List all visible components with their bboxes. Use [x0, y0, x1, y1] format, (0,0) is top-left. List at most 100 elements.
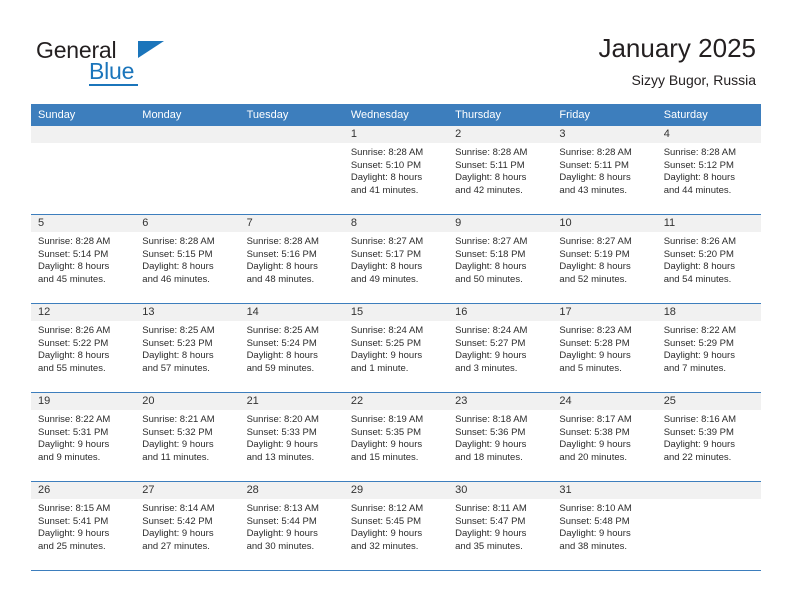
day-details: Sunrise: 8:12 AM Sunset: 5:45 PM Daylight:…: [344, 499, 448, 553]
day-number: 19: [31, 393, 136, 410]
sunset-text: Sunset: 5:38 PM: [559, 426, 630, 438]
daylight-text-line2: and 15 minutes.: [350, 451, 419, 463]
day-number: 9: [448, 215, 553, 232]
daylight-text-line1: Daylight: 9 hours: [246, 439, 318, 451]
day-number: 5: [31, 215, 136, 232]
calendar-day-cell[interactable]: 23 Sunrise: 8:18 AM Sunset: 5:36 PM Dayligh…: [448, 393, 553, 481]
sunrise-text: Sunrise: 8:28 AM: [38, 236, 111, 247]
daylight-text-line2: and 9 minutes.: [38, 451, 101, 463]
calendar-day-cell[interactable]: 10 Sunrise: 8:27 AM Sunset: 5:19 PM Dayligh…: [552, 215, 657, 303]
sunset-text: Sunset: 5:41 PM: [38, 515, 109, 527]
sunset-text: Sunset: 5:23 PM: [142, 337, 213, 349]
sunset-text: Sunset: 5:48 PM: [559, 515, 630, 527]
dow-thursday: Thursday: [455, 109, 501, 121]
calendar-day-cell[interactable]: 31 Sunrise: 8:10 AM Sunset: 5:48 PM Dayligh…: [552, 482, 657, 570]
sunrise-text: Sunrise: 8:20 AM: [246, 414, 319, 425]
daylight-text-line2: and 32 minutes.: [350, 540, 419, 552]
calendar-day-cell[interactable]: 28 Sunrise: 8:13 AM Sunset: 5:44 PM Dayligh…: [239, 482, 344, 570]
sunset-text: Sunset: 5:39 PM: [663, 426, 734, 438]
sunrise-text: Sunrise: 8:13 AM: [246, 503, 319, 514]
day-number: 2: [448, 126, 553, 143]
daylight-text-line1: Daylight: 9 hours: [663, 439, 735, 451]
calendar-day-cell[interactable]: 16 Sunrise: 8:24 AM Sunset: 5:27 PM Dayligh…: [448, 304, 553, 392]
day-details: Sunrise: 8:20 AM Sunset: 5:33 PM Daylight:…: [240, 410, 344, 464]
daylight-text-line1: Daylight: 9 hours: [350, 528, 423, 540]
calendar-day-cell[interactable]: 2 Sunrise: 8:28 AM Sunset: 5:11 PM Daylight…: [448, 126, 553, 214]
sunset-text: Sunset: 5:11 PM: [455, 159, 525, 171]
sunrise-text: Sunrise: 8:11 AM: [455, 503, 527, 514]
calendar-day-cell[interactable]: 3 Sunrise: 8:28 AM Sunset: 5:11 PM Daylight…: [552, 126, 657, 214]
sunset-text: Sunset: 5:14 PM: [38, 248, 109, 260]
sunset-text: Sunset: 5:15 PM: [142, 248, 213, 260]
daylight-text-line1: Daylight: 8 hours: [663, 261, 735, 273]
calendar-day-cell[interactable]: 17 Sunrise: 8:23 AM Sunset: 5:28 PM Dayligh…: [552, 304, 657, 392]
day-number: 15: [343, 304, 449, 321]
daylight-text-line1: Daylight: 9 hours: [455, 350, 527, 362]
sunset-text: Sunset: 5:20 PM: [663, 248, 734, 260]
day-details: Sunrise: 8:22 AM Sunset: 5:29 PM Daylight:…: [657, 321, 761, 375]
calendar-day-cell-empty: [239, 126, 344, 214]
sunrise-text: Sunrise: 8:28 AM: [142, 236, 215, 247]
calendar-week-row: 12 Sunrise: 8:26 AM Sunset: 5:22 PM Dayligh…: [31, 304, 761, 393]
calendar-day-cell[interactable]: 26 Sunrise: 8:15 AM Sunset: 5:41 PM Dayligh…: [31, 482, 136, 570]
sunrise-text: Sunrise: 8:14 AM: [142, 503, 215, 514]
daylight-text-line1: Daylight: 9 hours: [38, 528, 110, 540]
day-number: 3: [552, 126, 657, 143]
sunset-text: Sunset: 5:18 PM: [455, 248, 526, 260]
calendar-day-cell[interactable]: 7 Sunrise: 8:28 AM Sunset: 5:16 PM Daylight…: [239, 215, 344, 303]
day-of-week-header-row: Sunday Monday Tuesday Wednesday Thursday…: [31, 104, 761, 126]
daylight-text-line2: and 45 minutes.: [38, 273, 106, 285]
calendar-day-cell[interactable]: 25 Sunrise: 8:16 AM Sunset: 5:39 PM Dayligh…: [656, 393, 761, 481]
daylight-text-line2: and 22 minutes.: [663, 451, 732, 463]
daylight-text-line2: and 25 minutes.: [38, 540, 106, 552]
calendar-day-cell[interactable]: 12 Sunrise: 8:26 AM Sunset: 5:22 PM Dayligh…: [31, 304, 136, 392]
calendar-day-cell[interactable]: 8 Sunrise: 8:27 AM Sunset: 5:17 PM Daylight…: [343, 215, 449, 303]
daylight-text-line2: and 3 minutes.: [455, 362, 518, 374]
general-blue-logo[interactable]: General Blue: [36, 37, 236, 87]
calendar-day-cell[interactable]: 15 Sunrise: 8:24 AM Sunset: 5:25 PM Dayligh…: [343, 304, 449, 392]
day-details: Sunrise: 8:16 AM Sunset: 5:39 PM Daylight:…: [657, 410, 761, 464]
calendar-day-cell[interactable]: 11 Sunrise: 8:26 AM Sunset: 5:20 PM Dayligh…: [656, 215, 761, 303]
day-number: 17: [552, 304, 657, 321]
calendar-day-cell[interactable]: 4 Sunrise: 8:28 AM Sunset: 5:12 PM Daylight…: [656, 126, 761, 214]
calendar-day-cell[interactable]: 6 Sunrise: 8:28 AM Sunset: 5:15 PM Daylight…: [135, 215, 240, 303]
calendar-day-cell[interactable]: 22 Sunrise: 8:19 AM Sunset: 5:35 PM Dayligh…: [343, 393, 449, 481]
calendar-week-row: 1 Sunrise: 8:28 AM Sunset: 5:10 PM Daylight…: [31, 126, 761, 215]
calendar-day-cell[interactable]: 5 Sunrise: 8:28 AM Sunset: 5:14 PM Daylight…: [31, 215, 136, 303]
calendar-day-cell[interactable]: 9 Sunrise: 8:27 AM Sunset: 5:18 PM Daylight…: [448, 215, 553, 303]
calendar-grid: Sunday Monday Tuesday Wednesday Thursday…: [31, 104, 761, 571]
sunset-text: Sunset: 5:42 PM: [142, 515, 213, 527]
calendar-day-cell[interactable]: 21 Sunrise: 8:20 AM Sunset: 5:33 PM Dayligh…: [239, 393, 344, 481]
daylight-text-line2: and 13 minutes.: [246, 451, 315, 463]
calendar-day-cell[interactable]: 29 Sunrise: 8:12 AM Sunset: 5:45 PM Dayligh…: [343, 482, 449, 570]
calendar-day-cell[interactable]: 14 Sunrise: 8:25 AM Sunset: 5:24 PM Dayligh…: [239, 304, 344, 392]
daylight-text-line1: Daylight: 9 hours: [142, 528, 214, 540]
sunset-text: Sunset: 5:29 PM: [663, 337, 734, 349]
calendar-day-cell[interactable]: 19 Sunrise: 8:22 AM Sunset: 5:31 PM Dayligh…: [31, 393, 136, 481]
daylight-text-line2: and 5 minutes.: [559, 362, 622, 374]
triangle-flag-icon: [138, 41, 164, 58]
day-details: Sunrise: 8:11 AM Sunset: 5:47 PM Daylight:…: [448, 499, 552, 553]
day-details: Sunrise: 8:24 AM Sunset: 5:27 PM Daylight:…: [448, 321, 552, 375]
calendar-day-cell[interactable]: 24 Sunrise: 8:17 AM Sunset: 5:38 PM Dayligh…: [552, 393, 657, 481]
sunrise-text: Sunrise: 8:28 AM: [663, 147, 737, 158]
daylight-text-line2: and 43 minutes.: [559, 184, 628, 196]
sunrise-text: Sunrise: 8:27 AM: [455, 236, 528, 247]
day-details: Sunrise: 8:27 AM Sunset: 5:18 PM Daylight:…: [448, 232, 552, 286]
calendar-day-cell[interactable]: 1 Sunrise: 8:28 AM Sunset: 5:10 PM Daylight…: [343, 126, 449, 214]
calendar-day-cell[interactable]: 27 Sunrise: 8:14 AM Sunset: 5:42 PM Dayligh…: [135, 482, 240, 570]
dow-monday: Monday: [142, 109, 182, 121]
daylight-text-line1: Daylight: 9 hours: [246, 528, 318, 540]
day-number: 8: [343, 215, 449, 232]
calendar-day-cell[interactable]: 20 Sunrise: 8:21 AM Sunset: 5:32 PM Dayligh…: [135, 393, 240, 481]
day-number: [31, 126, 136, 143]
day-number: 7: [239, 215, 344, 232]
day-number: [135, 126, 240, 143]
sunset-text: Sunset: 5:25 PM: [350, 337, 422, 349]
calendar-day-cell[interactable]: 30 Sunrise: 8:11 AM Sunset: 5:47 PM Dayligh…: [448, 482, 553, 570]
daylight-text-line2: and 41 minutes.: [350, 184, 419, 196]
calendar-day-cell[interactable]: 18 Sunrise: 8:22 AM Sunset: 5:29 PM Dayligh…: [656, 304, 761, 392]
sunset-text: Sunset: 5:11 PM: [559, 159, 629, 171]
calendar-day-cell[interactable]: 13 Sunrise: 8:25 AM Sunset: 5:23 PM Dayligh…: [135, 304, 240, 392]
daylight-text-line1: Daylight: 8 hours: [142, 350, 214, 362]
